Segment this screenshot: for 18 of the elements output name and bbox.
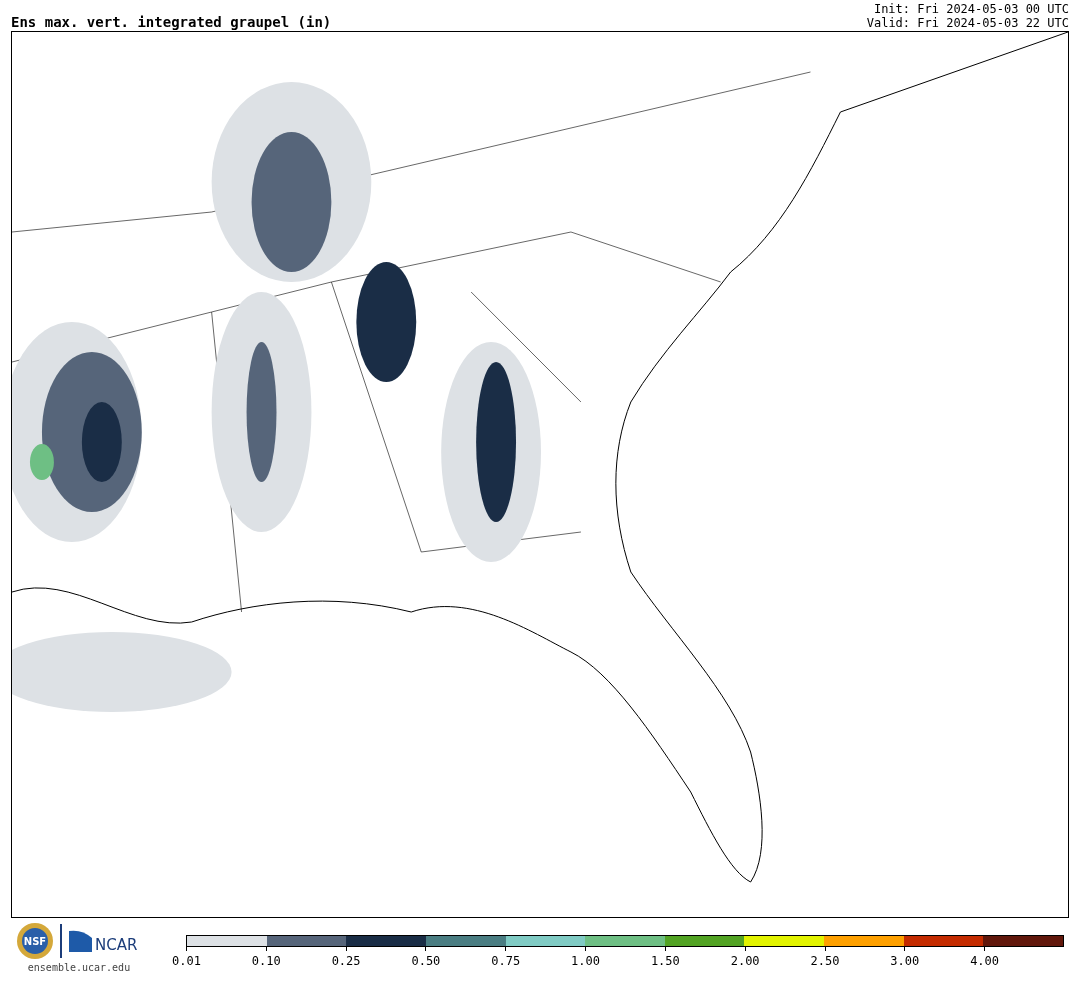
colorbar-label: 1.50 <box>650 954 680 968</box>
ncar-logo: NCAR <box>68 928 142 954</box>
colorbar-label: 0.25 <box>331 954 361 968</box>
colorbar-label: 0.75 <box>491 954 521 968</box>
colorbar-label: 3.00 <box>890 954 920 968</box>
site-url: ensemble.ucar.edu <box>27 962 131 973</box>
colorbar-label: 1.00 <box>571 954 600 968</box>
colorbar-label: 2.00 <box>730 954 760 968</box>
colorbar-label: 4.00 <box>970 954 1000 968</box>
colorbar-label: 2.50 <box>810 954 840 968</box>
divider-line <box>60 924 62 958</box>
init-time: Init: Fri 2024-05-03 00 UTC <box>873 2 1069 16</box>
colorbar-label: 0.10 <box>251 954 281 968</box>
valid-time: Valid: Fri 2024-05-03 22 UTC <box>866 16 1069 30</box>
colorbar-label: 0.50 <box>411 954 441 968</box>
colorbar-label: 0.01 <box>172 954 201 968</box>
nsf-logo: NSF <box>16 922 54 960</box>
chart-title: Ens max. vert. integrated graupel (in) <box>11 14 332 30</box>
